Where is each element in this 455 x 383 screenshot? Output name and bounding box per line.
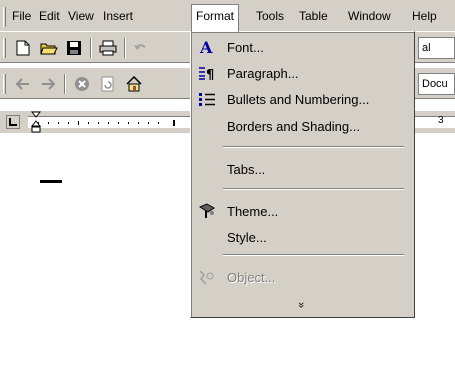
menu-tools[interactable]: Tools [252,5,288,27]
menu-separator [223,254,404,256]
font-name-field[interactable]: al [418,37,455,59]
indent-marker[interactable] [30,111,42,133]
menu-item-paragraph[interactable]: ¶ Paragraph... [193,62,412,84]
menu-edit[interactable]: Edit [35,5,64,27]
undo-icon[interactable] [129,38,151,58]
menu-item-label: Paragraph... [227,65,299,81]
menu-bar-grip[interactable] [3,7,6,27]
home-icon[interactable] [123,74,145,94]
theme-icon [193,200,221,222]
print-icon[interactable] [97,38,119,58]
back-arrow-icon[interactable] [12,74,34,94]
menu-item-font[interactable]: A Font... [193,36,412,58]
menu-format[interactable]: Format [191,4,240,32]
toolbar-grip[interactable] [3,74,6,94]
svg-text:¶: ¶ [206,68,214,81]
menu-item-label: Object... [227,269,276,285]
menu-item-label: Theme... [227,203,279,219]
menu-bar: File Edit View Insert Format Tools Table… [0,0,455,32]
stop-icon[interactable] [71,74,93,94]
text-cursor [40,180,62,183]
paragraph-icon: ¶ [193,62,221,84]
menu-item-object[interactable]: Object... [193,266,412,288]
menu-item-borders-shading[interactable]: Borders and Shading... [193,115,412,137]
format-menu-dropdown: A Font... ¶ Paragraph... Bullets and Num… [190,31,415,318]
menu-item-label: Bullets and Numbering... [227,91,370,107]
tab-selector[interactable] [6,115,20,129]
forward-arrow-icon[interactable] [37,74,59,94]
menu-help[interactable]: Help [408,5,441,27]
save-icon[interactable] [63,38,85,58]
expand-menu-chevron-icon[interactable]: » [294,295,308,315]
open-folder-icon[interactable] [38,38,60,58]
menu-separator [223,146,404,148]
address-field[interactable]: Docu [418,73,455,95]
refresh-icon[interactable] [97,74,119,94]
menu-item-label: Borders and Shading... [227,118,360,134]
menu-insert[interactable]: Insert [99,5,137,27]
menu-item-style[interactable]: Style... [193,226,412,248]
menu-item-bullets-numbering[interactable]: Bullets and Numbering... [193,88,412,110]
bullets-icon [193,88,221,110]
toolbar-grip[interactable] [3,38,6,58]
svg-text:A: A [199,39,213,55]
menu-item-label: Style... [227,229,267,245]
menu-file[interactable]: File [8,5,35,27]
font-icon: A [193,36,221,58]
object-icon [193,266,221,288]
ruler-number-3: 3 [438,115,444,126]
menu-window[interactable]: Window [344,5,395,27]
menu-item-label: Tabs... [227,161,266,177]
menu-item-theme[interactable]: Theme... [193,200,412,222]
menu-separator [223,188,404,190]
menu-item-label: Font... [227,39,264,55]
menu-item-tabs[interactable]: Tabs... [193,158,412,180]
new-document-icon[interactable] [12,38,34,58]
menu-table[interactable]: Table [295,5,332,27]
menu-view[interactable]: View [64,5,98,27]
